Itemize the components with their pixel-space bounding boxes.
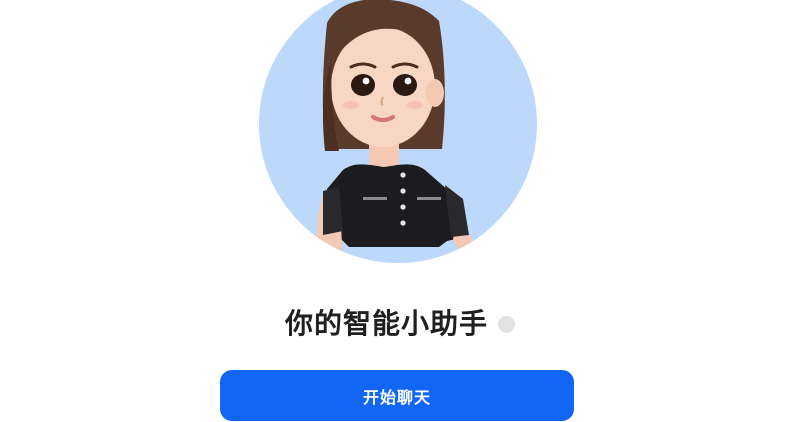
status-dot-icon: [498, 315, 515, 333]
assistant-avatar: [259, 0, 537, 263]
female-avatar-icon: [317, 0, 477, 263]
assistant-title-row: 你的智能小助手: [0, 302, 800, 346]
start-chat-button[interactable]: 开始聊天: [220, 370, 574, 421]
assistant-welcome-screen: 你的智能小助手 开始聊天: [0, 0, 800, 422]
assistant-title: 你的智能小助手: [284, 307, 488, 340]
